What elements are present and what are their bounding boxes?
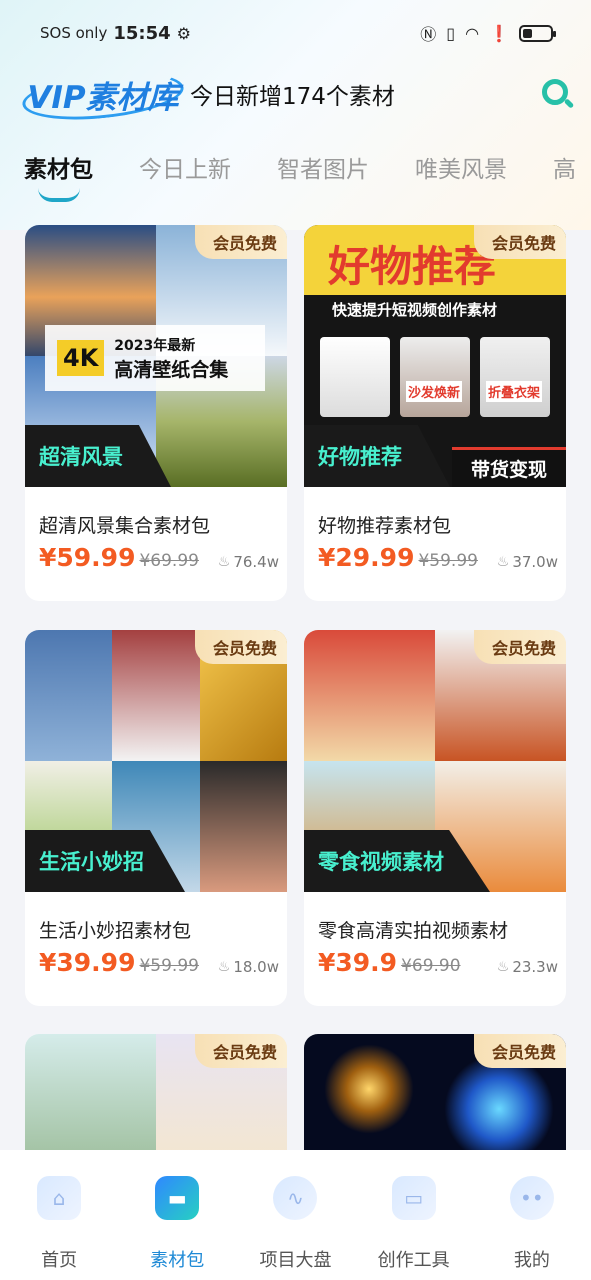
vibrate-icon: ▯ xyxy=(446,23,456,43)
logo: VIP素材库 xyxy=(20,65,186,127)
toolbox-icon: ▭ xyxy=(391,1176,436,1220)
nav-label: 项目大盘 xyxy=(259,1250,332,1271)
category-tabs: 素材包 今日上新 智者图片 唯美风景 高 xyxy=(24,150,591,202)
member-free-badge: 会员免费 xyxy=(473,1034,566,1068)
nav-label: 首页 xyxy=(41,1250,78,1271)
battery-icon xyxy=(519,24,556,42)
view-count: 23.3w xyxy=(512,958,558,976)
view-count: 18.0w xyxy=(233,958,279,976)
search-button[interactable] xyxy=(539,76,575,112)
card-title: 生活小妙招素材包 xyxy=(39,920,192,942)
price: ¥39.99 xyxy=(39,948,136,977)
material-card[interactable]: 会员免费 零食视频素材 零食高清实拍视频素材 ¥39.9 ¥69.90 ♨ 23.… xyxy=(304,630,566,1006)
tab-scenery[interactable]: 唯美风景 xyxy=(415,150,507,196)
price: ¥29.99 xyxy=(318,543,415,572)
tab-material-pack[interactable]: 素材包 xyxy=(24,150,93,202)
view-count: 76.4w xyxy=(233,553,279,571)
banner-line2: 高清壁纸合集 xyxy=(114,358,229,381)
wallpaper-banner: 4K 2023年最新 高清壁纸合集 xyxy=(45,325,265,391)
member-free-badge: 会员免费 xyxy=(473,225,566,259)
4k-label: 4K xyxy=(57,340,105,376)
flame-icon: ♨ xyxy=(496,554,510,570)
original-price: ¥69.99 xyxy=(139,551,199,571)
card-title: 好物推荐素材包 xyxy=(318,515,452,537)
nav-label: 我的 xyxy=(513,1250,550,1271)
profile-icon: •• xyxy=(509,1176,554,1220)
wifi-icon: ◠ xyxy=(465,23,480,43)
chart-icon: ∿ xyxy=(273,1176,318,1220)
promo-subline: 快速提升短视频创作素材 xyxy=(332,301,498,319)
card-title: 超清风景集合素材包 xyxy=(39,515,211,537)
member-free-badge: 会员免费 xyxy=(473,630,566,664)
original-price: ¥59.99 xyxy=(418,551,478,571)
clock: 15:54 xyxy=(113,22,171,44)
material-card[interactable]: 会员免费 xyxy=(304,1034,566,1164)
product-label-hanger: 折叠衣架 xyxy=(486,381,543,402)
nav-project-board[interactable]: ∿ 项目大盘 xyxy=(245,1176,345,1280)
page-subtitle: 今日新增174个素材 xyxy=(190,84,395,110)
alert-icon: ❗ xyxy=(489,23,509,43)
card-title: 零食高清实拍视频素材 xyxy=(318,920,509,942)
nav-home[interactable]: ⌂ 首页 xyxy=(9,1176,109,1280)
member-free-badge: 会员免费 xyxy=(194,1034,287,1068)
promo-corner-label: 带货变现 xyxy=(452,447,566,487)
tab-today-new[interactable]: 今日上新 xyxy=(139,150,231,196)
member-free-badge: 会员免费 xyxy=(194,225,287,259)
flame-icon: ♨ xyxy=(496,959,510,975)
original-price: ¥69.90 xyxy=(401,956,461,976)
nav-creation-tools[interactable]: ▭ 创作工具 xyxy=(364,1176,464,1280)
tab-more[interactable]: 高 xyxy=(553,150,576,196)
nav-label: 创作工具 xyxy=(377,1250,450,1271)
home-icon: ⌂ xyxy=(37,1176,82,1220)
material-card[interactable]: 会员免费 xyxy=(25,1034,287,1164)
material-card[interactable]: 好物推荐 快速提升短视频创作素材 沙发焕新 折叠衣架 带货变现 会员免费 好物推… xyxy=(304,225,566,601)
status-bar: SOS only 15:54 ⚙ Ⓝ ▯ ◠ ❗ xyxy=(0,0,591,66)
flame-icon: ♨ xyxy=(217,554,231,570)
promo-headline: 好物推荐 xyxy=(328,242,497,291)
flame-icon: ♨ xyxy=(217,959,231,975)
material-card[interactable]: 会员免费 生活小妙招 生活小妙招素材包 ¥39.99 ¥59.99 ♨ 18.0w xyxy=(25,630,287,1006)
banner-line1: 2023年最新 xyxy=(114,337,196,354)
folder-icon: ▬ xyxy=(155,1176,200,1220)
bottom-navigation: ⌂ 首页 ▬ 素材包 ∿ 项目大盘 ▭ 创作工具 •• 我的 xyxy=(0,1150,591,1280)
member-free-badge: 会员免费 xyxy=(194,630,287,664)
nav-profile[interactable]: •• 我的 xyxy=(482,1176,582,1280)
original-price: ¥59.99 xyxy=(139,956,199,976)
nfc-icon: Ⓝ xyxy=(420,25,437,44)
price: ¥59.99 xyxy=(39,543,136,572)
app-header: VIP素材库 今日新增174个素材 xyxy=(20,65,575,127)
carrier-text: SOS only xyxy=(40,24,108,42)
nav-material-pack[interactable]: ▬ 素材包 xyxy=(127,1176,227,1280)
nav-label: 素材包 xyxy=(150,1250,205,1271)
product-label-sofa: 沙发焕新 xyxy=(406,381,463,402)
tab-wise-images[interactable]: 智者图片 xyxy=(277,150,369,196)
price: ¥39.9 xyxy=(318,948,398,977)
view-count: 37.0w xyxy=(512,553,558,571)
gear-icon: ⚙ xyxy=(176,23,191,43)
material-card[interactable]: 4K 2023年最新 高清壁纸合集 会员免费 超清风景 超清风景集合素材包 ¥5… xyxy=(25,225,287,601)
